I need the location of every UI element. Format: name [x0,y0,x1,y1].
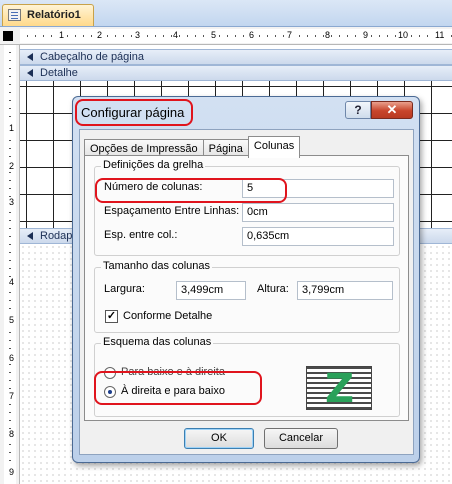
ruler-number: 6 [9,353,15,363]
ruler-number: 6 [248,30,256,40]
ruler-number: 5 [210,30,218,40]
horizontal-ruler: 1 2 3 4 5 6 7 8 9 10 11 [0,27,452,45]
section-label: Cabeçalho de página [40,51,144,63]
columns-tab-panel: Definições da grelha Número de colunas: … [84,155,409,421]
width-label: Largura: [104,283,145,295]
section-arrow-icon [27,53,33,61]
section-arrow-icon [27,69,33,77]
document-tab-label: Relatório1 [27,9,81,21]
section-label: Rodap [40,230,73,242]
column-size-title: Tamanho das colunas [101,260,213,272]
ruler-number: 10 [397,30,410,40]
dialog-title: Configurar página [81,105,185,120]
ruler-number: 8 [9,429,15,439]
tab-columns[interactable]: Colunas [247,136,301,158]
ruler-number: 4 [9,277,15,287]
dialog-body: Opções de Impressão Página Colunas Defin… [79,129,414,455]
row-spacing-field[interactable]: 0cm [242,203,394,222]
document-tab-relatorio1[interactable]: Relatório1 [2,4,94,26]
grid-settings-group: Definições da grelha Número de colunas: … [94,159,400,256]
section-page-header[interactable]: Cabeçalho de página [20,49,452,65]
select-report-button[interactable] [3,31,13,41]
ruler-number: 9 [9,467,15,477]
ruler-number: 3 [9,197,15,207]
ruler-scale: 1 2 3 4 5 6 7 8 9 [4,45,16,484]
dialog-tabs: Opções de Impressão Página Colunas [84,136,301,158]
height-field[interactable]: 3,799cm [297,281,393,300]
column-layout-group: Esquema das colunas Para baixo e à direi… [94,336,400,417]
columns-count-field[interactable]: 5 [242,179,394,198]
columns-count-label: Número de colunas: [104,181,203,193]
ruler-number: 7 [9,391,15,401]
ruler-number: 1 [9,123,15,133]
section-arrow-icon [27,232,33,240]
section-label: Detalhe [40,67,78,79]
ruler-number: 9 [362,30,370,40]
same-as-detail-checkbox[interactable]: ✓ [105,310,118,323]
close-button[interactable]: ✕ [371,101,413,119]
down-then-across-label: Para baixo e à direita [121,366,225,378]
ruler-number: 11 [434,30,446,40]
ruler-number: 2 [9,161,15,171]
same-as-detail-label: Conforme Detalhe [123,310,213,322]
page-setup-dialog: Configurar página ? ✕ Opções de Impressã… [72,96,420,463]
cancel-button[interactable]: Cancelar [264,428,338,449]
ruler-scale: 1 2 3 4 5 6 7 8 9 10 11 [20,29,452,43]
title-buttons: ? ✕ [345,101,413,121]
column-spacing-field[interactable]: 0,635cm [242,227,394,246]
z-arrow-icon: Z [325,366,355,412]
document-tab-bar: Relatório1 [0,0,452,27]
report-icon [8,9,21,21]
column-spacing-label: Esp. entre col.: [104,229,178,241]
width-field[interactable]: 3,499cm [176,281,246,300]
ok-button[interactable]: OK [184,428,254,449]
ruler-number: 7 [286,30,294,40]
grid-settings-title: Definições da grelha [101,159,206,171]
vertical-ruler: 1 2 3 4 5 6 7 8 9 [0,45,20,484]
across-then-down-radio[interactable] [104,386,116,398]
ruler-number: 3 [134,30,142,40]
ruler-number: 1 [58,30,66,40]
height-label: Altura: [257,283,289,295]
ruler-number: 2 [96,30,104,40]
column-layout-preview: Z [306,366,372,410]
column-layout-title: Esquema das colunas [101,336,214,348]
across-then-down-label: À direita e para baixo [121,385,225,397]
ruler-number: 5 [9,315,15,325]
down-then-across-radio[interactable] [104,367,116,379]
help-button[interactable]: ? [345,101,371,119]
section-detail[interactable]: Detalhe [20,65,452,81]
ruler-number: 8 [324,30,332,40]
column-size-group: Tamanho das colunas Largura: 3,499cm Alt… [94,260,400,333]
row-spacing-label: Espaçamento Entre Linhas: [104,205,240,217]
ruler-number: 4 [172,30,180,40]
